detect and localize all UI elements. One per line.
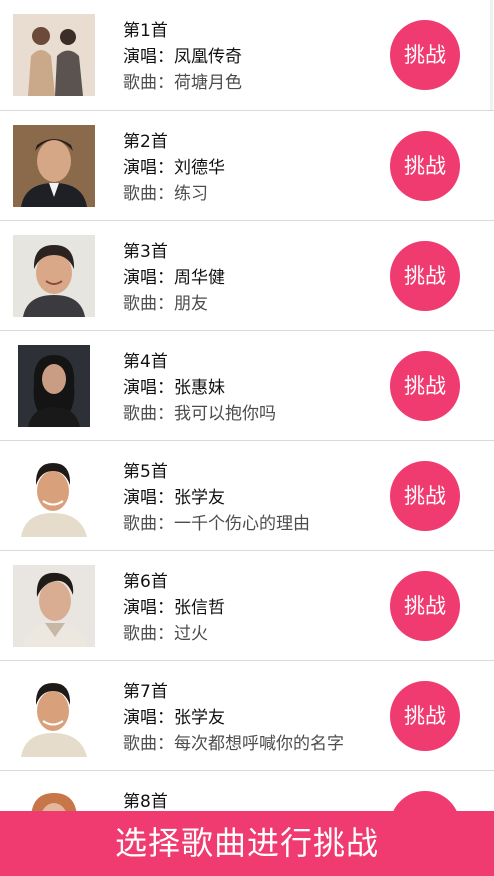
challenge-button[interactable]: 挑战: [390, 681, 460, 751]
song-info: 第6首 演唱：张信哲 歌曲：过火: [123, 569, 373, 647]
list-item[interactable]: 第5首 演唱：张学友 歌曲：一千个伤心的理由 挑战: [0, 441, 494, 551]
song-label: 歌曲：荷塘月色: [123, 73, 242, 93]
avatar-man-icon: [13, 125, 95, 207]
challenge-button[interactable]: 挑战: [390, 461, 460, 531]
scrollbar[interactable]: [490, 0, 493, 110]
rank-label: 第4首: [123, 352, 168, 372]
singer-label: 演唱：张信哲: [123, 598, 225, 618]
song-list[interactable]: 第1首 演唱：凤凰传奇 歌曲：荷塘月色 挑战 第2首 演唱：刘德华 歌曲：练习 …: [0, 0, 494, 876]
singer-label: 演唱：刘德华: [123, 158, 225, 178]
song-label: 歌曲：我可以抱你吗: [123, 404, 276, 424]
list-item[interactable]: 第3首 演唱：周华健 歌曲：朋友 挑战: [0, 221, 494, 331]
song-info: 第3首 演唱：周华健 歌曲：朋友: [123, 239, 373, 317]
list-item[interactable]: 第1首 演唱：凤凰传奇 歌曲：荷塘月色 挑战: [0, 0, 494, 111]
singer-label: 演唱：张学友: [123, 708, 225, 728]
choose-song-button[interactable]: 选择歌曲进行挑战: [0, 811, 494, 876]
singer-label: 演唱：张学友: [123, 488, 225, 508]
list-item[interactable]: 第7首 演唱：张学友 歌曲：每次都想呼喊你的名字 挑战: [0, 661, 494, 771]
song-info: 第4首 演唱：张惠妹 歌曲：我可以抱你吗: [123, 349, 373, 427]
song-info: 第5首 演唱：张学友 歌曲：一千个伤心的理由: [123, 459, 373, 537]
song-label: 歌曲：朋友: [123, 294, 208, 314]
challenge-button[interactable]: 挑战: [390, 351, 460, 421]
song-challenge-screen: 第1首 演唱：凤凰传奇 歌曲：荷塘月色 挑战 第2首 演唱：刘德华 歌曲：练习 …: [0, 0, 494, 876]
avatar-duo-icon: [13, 14, 95, 96]
challenge-button[interactable]: 挑战: [390, 571, 460, 641]
singer-label: 演唱：张惠妹: [123, 378, 225, 398]
song-label: 歌曲：每次都想呼喊你的名字: [123, 734, 344, 754]
song-label: 歌曲：练习: [123, 184, 208, 204]
avatar-woman-icon: [18, 345, 90, 427]
rank-label: 第3首: [123, 242, 168, 262]
rank-label: 第5首: [123, 462, 168, 482]
rank-label: 第1首: [123, 21, 168, 41]
singer-label: 演唱：凤凰传奇: [123, 47, 242, 67]
challenge-button[interactable]: 挑战: [390, 131, 460, 201]
song-label: 歌曲：一千个伤心的理由: [123, 514, 310, 534]
song-info: 第7首 演唱：张学友 歌曲：每次都想呼喊你的名字: [123, 679, 373, 757]
avatar-man-icon: [13, 235, 95, 317]
list-item[interactable]: 第2首 演唱：刘德华 歌曲：练习 挑战: [0, 111, 494, 221]
challenge-button[interactable]: 挑战: [390, 241, 460, 311]
rank-label: 第2首: [123, 132, 168, 152]
song-info: 第1首 演唱：凤凰传奇 歌曲：荷塘月色: [123, 18, 373, 96]
list-item[interactable]: 第4首 演唱：张惠妹 歌曲：我可以抱你吗 挑战: [0, 331, 494, 441]
avatar-man-icon: [13, 565, 95, 647]
avatar-man-icon: [13, 675, 95, 757]
avatar-man-icon: [13, 455, 95, 537]
challenge-button[interactable]: 挑战: [390, 20, 460, 90]
list-item[interactable]: 第6首 演唱：张信哲 歌曲：过火 挑战: [0, 551, 494, 661]
song-label: 歌曲：过火: [123, 624, 208, 644]
song-info: 第2首 演唱：刘德华 歌曲：练习: [123, 129, 373, 207]
rank-label: 第7首: [123, 682, 168, 702]
rank-label: 第6首: [123, 572, 168, 592]
singer-label: 演唱：周华健: [123, 268, 225, 288]
